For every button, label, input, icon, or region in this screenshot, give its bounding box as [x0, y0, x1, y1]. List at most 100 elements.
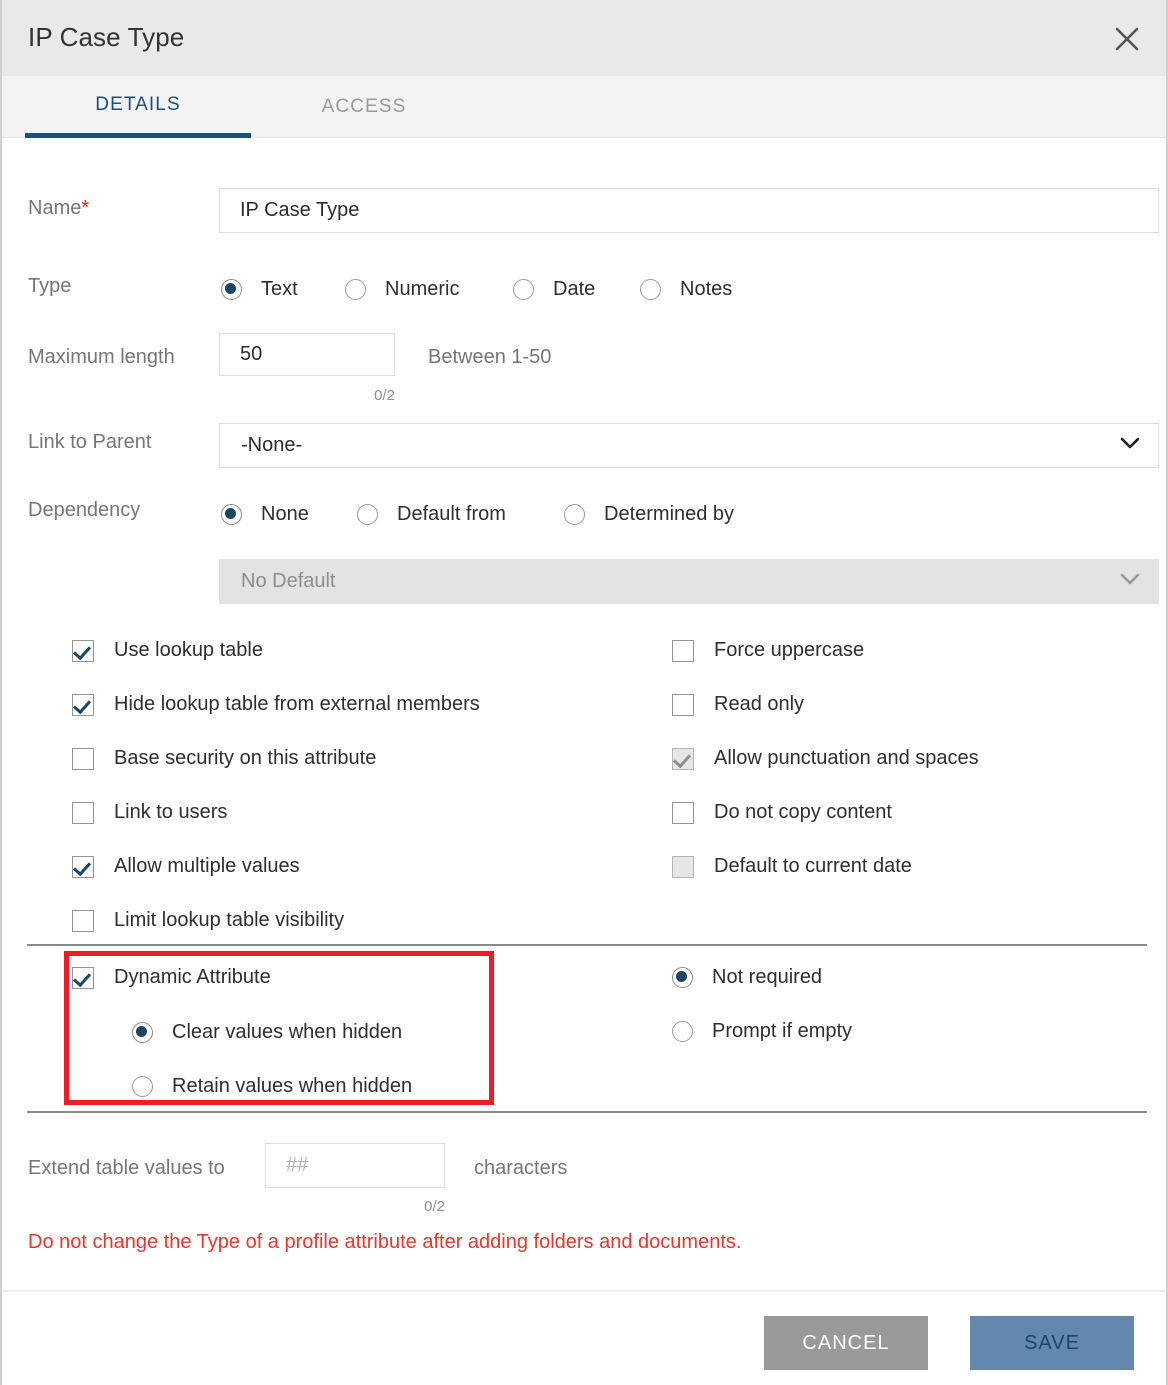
- dialog-titlebar: IP Case Type: [2, 0, 1166, 76]
- checkbox-label: Link to users: [114, 801, 227, 824]
- radio-indicator: [221, 279, 242, 300]
- maximum-length-label: Maximum length: [28, 346, 175, 369]
- checkbox-label: Allow punctuation and spaces: [714, 747, 979, 770]
- maximum-length-input[interactable]: [219, 333, 395, 376]
- radio-label: None: [261, 503, 309, 526]
- name-label: Name*: [28, 197, 89, 220]
- radio-label: Retain values when hidden: [172, 1075, 412, 1098]
- radio-type-text[interactable]: Text: [221, 278, 298, 301]
- radio-indicator: [640, 279, 661, 300]
- checkbox-indicator: [72, 748, 94, 770]
- checkbox-label: Base security on this attribute: [114, 747, 376, 770]
- chevron-down-icon: [1120, 573, 1140, 591]
- dialog-footer: CANCEL SAVE: [2, 1290, 1166, 1385]
- radio-prompt-if-empty[interactable]: Prompt if empty: [672, 1020, 852, 1043]
- checkbox-indicator: [672, 802, 694, 824]
- checkbox-label: Force uppercase: [714, 639, 864, 662]
- tab-details[interactable]: DETAILS: [25, 76, 251, 138]
- checkbox-label: Limit lookup table visibility: [114, 909, 344, 932]
- checkbox-indicator: [72, 856, 94, 878]
- dependency-default-value: No Default: [220, 570, 336, 593]
- checkbox-read-only[interactable]: Read only: [672, 693, 804, 716]
- checkbox-force-uppercase[interactable]: Force uppercase: [672, 639, 864, 662]
- radio-label: Not required: [712, 966, 822, 989]
- checkbox-limit-lookup-table-visibility[interactable]: Limit lookup table visibility: [72, 909, 344, 932]
- checkbox-dynamic-attribute[interactable]: Dynamic Attribute: [72, 966, 271, 989]
- radio-retain-values-when-hidden[interactable]: Retain values when hidden: [132, 1075, 412, 1098]
- type-change-warning: Do not change the Type of a profile attr…: [28, 1231, 741, 1254]
- radio-dependency-none[interactable]: None: [221, 503, 309, 526]
- checkbox-allow-punctuation-and-spaces: Allow punctuation and spaces: [672, 747, 979, 770]
- checkbox-hide-lookup-table-from-external-members[interactable]: Hide lookup table from external members: [72, 693, 480, 716]
- link-to-parent-value: -None-: [220, 434, 302, 457]
- radio-label: Prompt if empty: [712, 1020, 852, 1043]
- radio-indicator: [221, 504, 242, 525]
- radio-label: Date: [553, 278, 595, 301]
- radio-label: Default from: [397, 503, 506, 526]
- maximum-length-hint: Between 1-50: [428, 346, 551, 369]
- name-label-text: Name: [28, 197, 81, 219]
- section-divider-top: [27, 944, 1147, 946]
- radio-dependency-determined-by[interactable]: Determined by: [564, 503, 734, 526]
- link-to-parent-label: Link to Parent: [28, 431, 151, 454]
- radio-indicator: [564, 504, 585, 525]
- checkbox-indicator: [72, 694, 94, 716]
- extend-table-values-suffix: characters: [474, 1157, 567, 1180]
- radio-indicator: [132, 1022, 153, 1043]
- extend-table-values-counter: 0/2: [345, 1198, 445, 1215]
- checkbox-label: Allow multiple values: [114, 855, 300, 878]
- maximum-length-counter: 0/2: [295, 387, 395, 404]
- checkbox-label: Default to current date: [714, 855, 912, 878]
- radio-indicator: [357, 504, 378, 525]
- radio-label: Determined by: [604, 503, 734, 526]
- radio-label: Numeric: [385, 278, 459, 301]
- checkbox-label: Dynamic Attribute: [114, 966, 271, 989]
- checkbox-indicator: [72, 910, 94, 932]
- dialog-title: IP Case Type: [28, 22, 184, 53]
- checkbox-label: Use lookup table: [114, 639, 263, 662]
- checkbox-default-to-current-date: Default to current date: [672, 855, 912, 878]
- dependency-default-select: No Default: [219, 559, 1159, 604]
- checkbox-indicator: [72, 967, 94, 989]
- radio-clear-values-when-hidden[interactable]: Clear values when hidden: [132, 1021, 402, 1044]
- radio-label: Clear values when hidden: [172, 1021, 402, 1044]
- checkbox-indicator: [72, 802, 94, 824]
- checkbox-indicator: [672, 856, 694, 878]
- ip-case-type-dialog: IP Case Type DETAILS ACCESS Name* Type T…: [0, 0, 1168, 1385]
- checkbox-label: Hide lookup table from external members: [114, 693, 480, 716]
- extend-table-values-input[interactable]: [265, 1143, 445, 1188]
- type-label: Type: [28, 275, 71, 298]
- dialog-tabbar: DETAILS ACCESS: [2, 76, 1166, 138]
- radio-not-required[interactable]: Not required: [672, 966, 822, 989]
- checkbox-indicator: [672, 640, 694, 662]
- radio-indicator: [672, 967, 693, 988]
- save-button[interactable]: SAVE: [970, 1316, 1134, 1370]
- extend-table-values-label: Extend table values to: [28, 1157, 225, 1180]
- link-to-parent-select[interactable]: -None-: [219, 423, 1159, 468]
- checkbox-do-not-copy-content[interactable]: Do not copy content: [672, 801, 892, 824]
- radio-type-date[interactable]: Date: [513, 278, 595, 301]
- checkbox-indicator: [672, 748, 694, 770]
- tab-access[interactable]: ACCESS: [251, 76, 477, 138]
- cancel-button[interactable]: CANCEL: [764, 1316, 928, 1370]
- radio-indicator: [672, 1021, 693, 1042]
- dependency-label: Dependency: [28, 499, 140, 522]
- checkbox-indicator: [672, 694, 694, 716]
- radio-indicator: [345, 279, 366, 300]
- section-divider-bottom: [27, 1111, 1147, 1113]
- close-icon[interactable]: [1106, 18, 1148, 60]
- radio-type-notes[interactable]: Notes: [640, 278, 732, 301]
- checkbox-base-security-on-this-attribute[interactable]: Base security on this attribute: [72, 747, 376, 770]
- radio-dependency-default-from[interactable]: Default from: [357, 503, 506, 526]
- checkbox-link-to-users[interactable]: Link to users: [72, 801, 227, 824]
- checkbox-indicator: [72, 640, 94, 662]
- checkbox-label: Do not copy content: [714, 801, 892, 824]
- name-input[interactable]: [219, 188, 1159, 233]
- radio-indicator: [132, 1076, 153, 1097]
- radio-type-numeric[interactable]: Numeric: [345, 278, 459, 301]
- radio-label: Text: [261, 278, 298, 301]
- radio-label: Notes: [680, 278, 732, 301]
- chevron-down-icon: [1120, 437, 1140, 455]
- checkbox-use-lookup-table[interactable]: Use lookup table: [72, 639, 263, 662]
- checkbox-allow-multiple-values[interactable]: Allow multiple values: [72, 855, 300, 878]
